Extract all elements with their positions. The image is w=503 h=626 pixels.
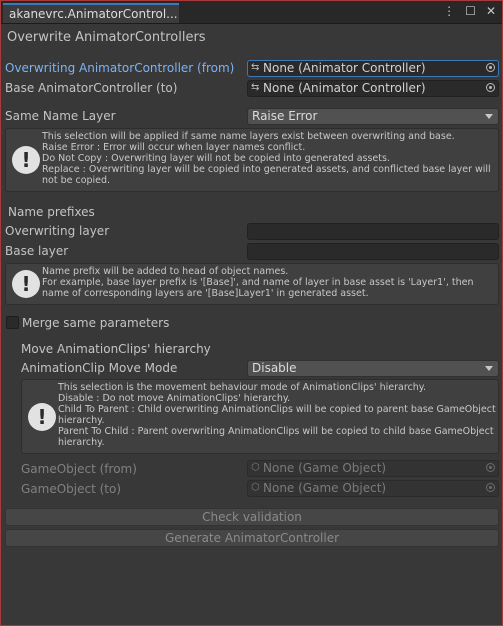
- gameobject-to-label: GameObject (to): [21, 482, 122, 496]
- gameobject-from-field[interactable]: ⬡ None (Game Object): [247, 460, 499, 477]
- object-picker-icon[interactable]: [486, 483, 495, 492]
- editor-window: akanevrc.AnimatorControl... ⋮ ☐ ✕ Overwr…: [0, 0, 503, 626]
- name-prefix-help: Name prefix will be added to head of obj…: [5, 263, 499, 305]
- animator-controller-icon: ⇆: [251, 82, 260, 93]
- merge-parameters-label: Merge same parameters: [22, 316, 170, 330]
- overwriting-layer-label: Overwriting layer: [5, 224, 110, 238]
- kebab-menu-icon[interactable]: ⋮: [443, 4, 455, 18]
- move-mode-dropdown[interactable]: Disable: [247, 360, 499, 377]
- overwriting-layer-prefix-input[interactable]: [247, 223, 499, 240]
- base-layer-prefix-input[interactable]: [247, 243, 499, 260]
- gameobject-from-label: GameObject (from): [21, 462, 137, 476]
- info-icon: [12, 146, 40, 174]
- move-mode-label: AnimationClip Move Mode: [21, 361, 178, 375]
- check-validation-button[interactable]: Check validation: [5, 508, 499, 526]
- object-picker-icon[interactable]: [486, 63, 495, 72]
- tab-bar: akanevrc.AnimatorControl... ⋮ ☐ ✕: [1, 1, 502, 24]
- move-mode-help: This selection is the movement behaviour…: [21, 379, 499, 454]
- close-icon[interactable]: ✕: [486, 4, 496, 18]
- object-picker-icon[interactable]: [486, 463, 495, 472]
- from-controller-label: Overwriting AnimatorController (from): [5, 61, 235, 75]
- same-name-layer-label: Same Name Layer: [5, 109, 116, 123]
- gameobject-cube-icon: ⬡: [251, 462, 260, 473]
- info-icon: [28, 403, 56, 431]
- page-title: Overwrite AnimatorControllers: [7, 30, 206, 45]
- window-controls: ⋮ ☐ ✕: [443, 4, 496, 18]
- tab-title: akanevrc.AnimatorControl...: [9, 7, 178, 21]
- gameobject-to-field[interactable]: ⬡ None (Game Object): [247, 480, 499, 497]
- same-name-layer-help: This selection will be applied if same n…: [5, 128, 499, 192]
- to-controller-label: Base AnimatorController (to): [5, 81, 178, 95]
- animator-controller-icon: ⇆: [251, 62, 260, 73]
- name-prefixes-heading: Name prefixes: [8, 205, 95, 219]
- info-icon: [12, 270, 40, 298]
- move-hierarchy-heading: Move AnimationClips' hierarchy: [21, 342, 211, 356]
- tab-animator-controller[interactable]: akanevrc.AnimatorControl...: [3, 3, 179, 23]
- to-controller-field[interactable]: ⇆ None (Animator Controller): [247, 80, 499, 97]
- chevron-down-icon: [485, 114, 493, 119]
- merge-parameters-checkbox[interactable]: [6, 316, 19, 329]
- base-layer-label: Base layer: [5, 244, 69, 258]
- generate-controller-button[interactable]: Generate AnimatorController: [5, 529, 499, 547]
- gameobject-cube-icon: ⬡: [251, 482, 260, 493]
- same-name-layer-dropdown[interactable]: Raise Error: [247, 108, 499, 125]
- chevron-down-icon: [485, 366, 493, 371]
- object-picker-icon[interactable]: [486, 83, 495, 92]
- maximize-icon[interactable]: ☐: [465, 4, 476, 18]
- from-controller-field[interactable]: ⇆ None (Animator Controller): [247, 60, 499, 77]
